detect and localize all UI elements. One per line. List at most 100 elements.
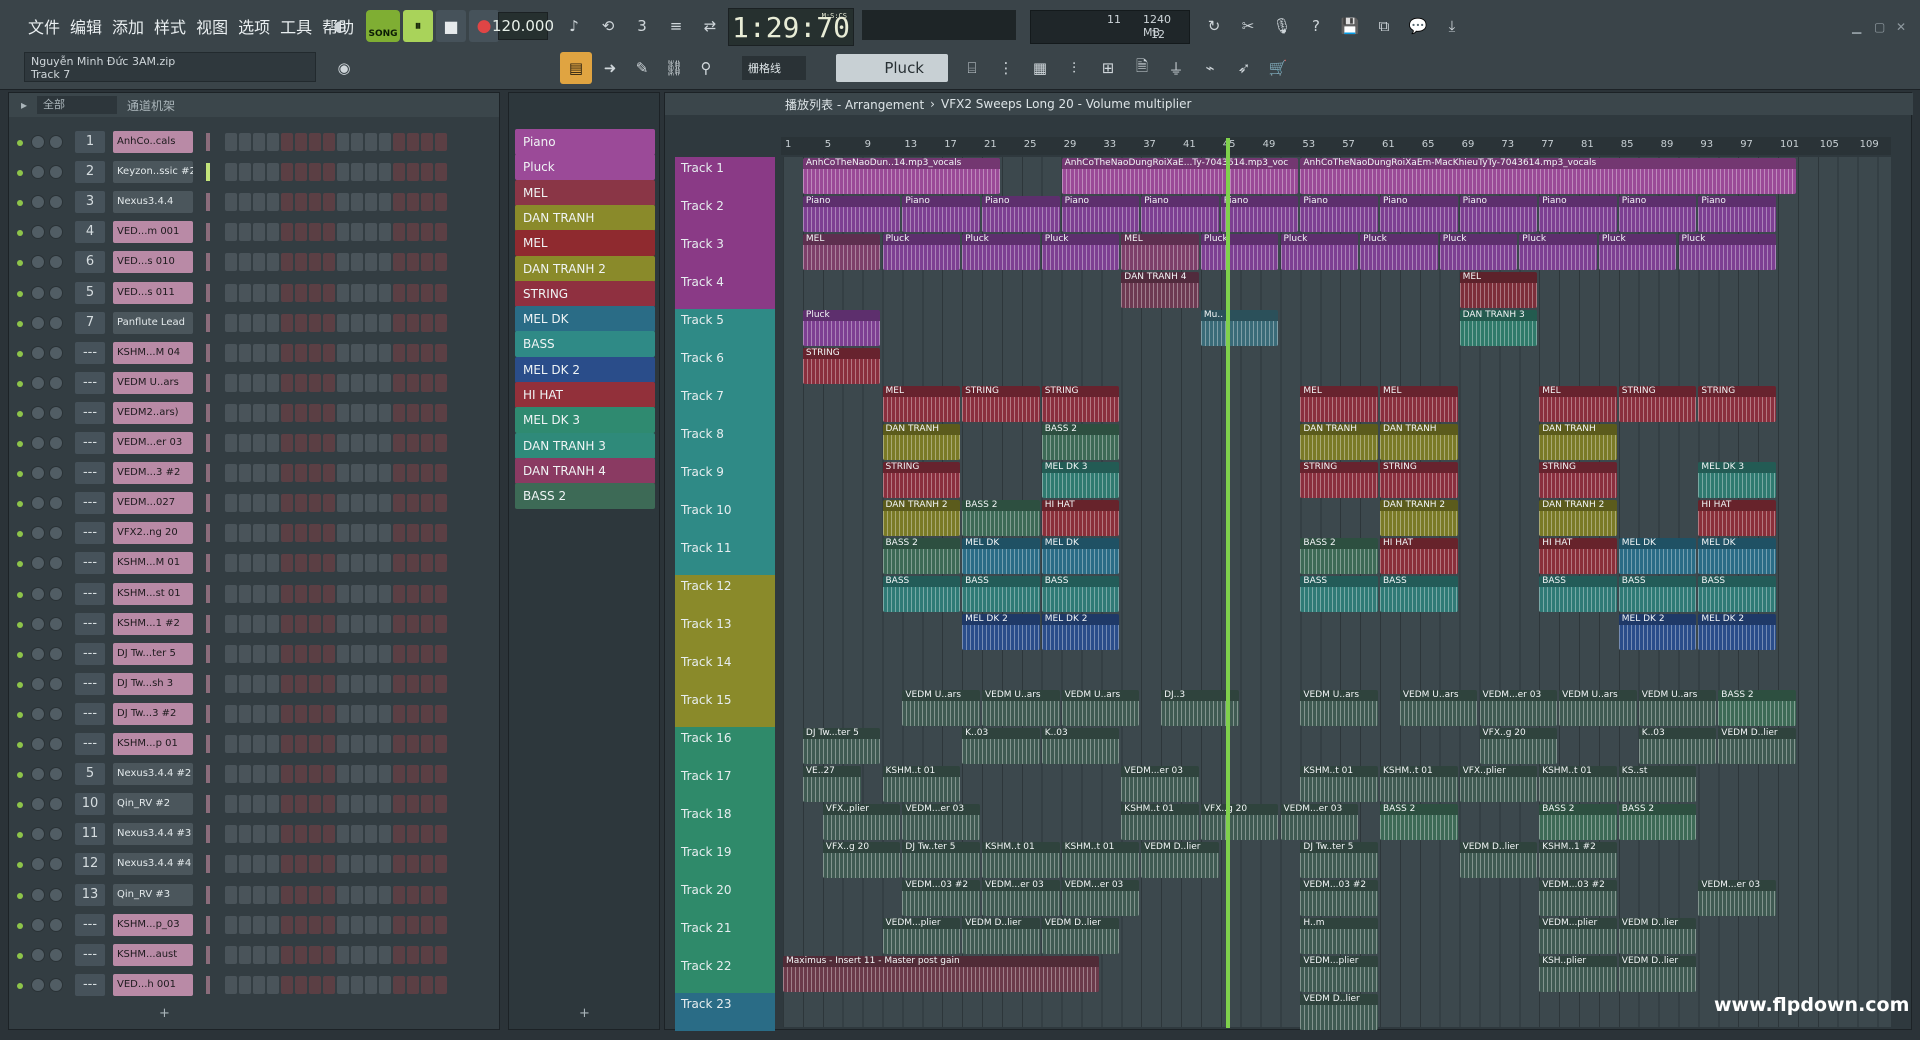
step-button[interactable]: [267, 855, 279, 874]
playlist-clip[interactable]: BASS 2: [1618, 804, 1697, 840]
step-button[interactable]: [393, 403, 405, 422]
step-button[interactable]: [267, 704, 279, 723]
step-button[interactable]: [295, 554, 307, 573]
channel-name[interactable]: KSHM...p 01: [113, 733, 193, 755]
volume-knob-icon[interactable]: [49, 706, 63, 721]
step-button[interactable]: [281, 494, 293, 513]
step-button[interactable]: [351, 825, 363, 844]
pattern-item[interactable]: DAN TRANH: [515, 204, 655, 231]
pan-knob-icon[interactable]: [31, 225, 45, 240]
arrow-right-icon[interactable]: ➜: [594, 52, 626, 84]
playlist-clip[interactable]: Pluck: [882, 234, 961, 270]
step-button[interactable]: [309, 434, 321, 452]
step-button[interactable]: [351, 795, 363, 814]
pattern-item[interactable]: STRING: [515, 280, 655, 307]
channel-name[interactable]: Nexus3.4.4 #2: [113, 763, 193, 786]
step-button[interactable]: [365, 975, 377, 994]
step-button[interactable]: [295, 765, 307, 784]
save-icon[interactable]: 💾: [1334, 10, 1366, 42]
step-button[interactable]: [267, 524, 279, 543]
volume-knob-icon[interactable]: [49, 436, 63, 450]
playlist-clip[interactable]: BASS: [1698, 576, 1776, 612]
step-button[interactable]: [239, 795, 251, 814]
channel-select-bar[interactable]: [206, 253, 210, 272]
step-button[interactable]: [225, 614, 237, 633]
step-button[interactable]: [337, 915, 349, 934]
countdown-icon[interactable]: 3: [626, 10, 658, 42]
step-button[interactable]: [281, 765, 293, 784]
playlist-clip[interactable]: Piano: [1618, 196, 1697, 232]
playlist-clip[interactable]: STRING: [1618, 386, 1697, 422]
step-button[interactable]: [295, 614, 307, 633]
step-button[interactable]: [225, 133, 237, 151]
volume-knob-icon[interactable]: [49, 496, 63, 511]
step-button[interactable]: [407, 403, 419, 422]
step-button[interactable]: [407, 283, 419, 302]
cut-icon[interactable]: ✂: [1232, 10, 1264, 42]
channel-mixer-track[interactable]: ---: [75, 973, 105, 996]
step-button[interactable]: [351, 373, 363, 392]
step-button[interactable]: [253, 494, 265, 513]
step-button[interactable]: [309, 464, 321, 483]
step-button[interactable]: [295, 885, 307, 904]
step-button[interactable]: [407, 163, 419, 182]
playlist-clip[interactable]: MEL DK 2: [1618, 614, 1697, 650]
step-button[interactable]: [435, 524, 447, 543]
step-button[interactable]: [253, 434, 265, 452]
channel-name[interactable]: Nexus3.4.4 #3: [113, 823, 193, 846]
step-button[interactable]: [225, 735, 237, 753]
step-button[interactable]: [379, 825, 391, 844]
playlist-clip[interactable]: VEDM D..lier: [1041, 918, 1120, 954]
step-button[interactable]: [323, 765, 335, 784]
step-button[interactable]: [281, 193, 293, 212]
step-button[interactable]: [225, 403, 237, 422]
step-button[interactable]: [435, 434, 447, 452]
step-button[interactable]: [253, 855, 265, 874]
step-button[interactable]: [393, 855, 405, 874]
step-button[interactable]: [309, 945, 321, 964]
playlist-clip[interactable]: STRING: [882, 462, 961, 498]
channel-select-bar[interactable]: [206, 885, 210, 904]
step-button[interactable]: [225, 193, 237, 212]
channel-name[interactable]: KSHM...M 01: [113, 552, 193, 575]
playlist-clip[interactable]: VEDM...plier: [1539, 918, 1617, 954]
step-button[interactable]: [267, 193, 279, 212]
channel-select-bar[interactable]: [206, 735, 210, 753]
playlist-clip[interactable]: MEL DK 2: [1041, 614, 1120, 650]
volume-knob-icon[interactable]: [49, 767, 63, 782]
step-button[interactable]: [407, 373, 419, 392]
channel-mixer-track[interactable]: 3: [75, 191, 105, 214]
volume-knob-icon[interactable]: [49, 315, 63, 330]
step-button[interactable]: [379, 735, 391, 753]
playlist-clip[interactable]: Mu..: [1200, 310, 1279, 346]
channel-led-icon[interactable]: [17, 561, 23, 568]
pan-knob-icon[interactable]: [31, 616, 45, 631]
playlist-clip[interactable]: MEL: [1539, 386, 1617, 422]
step-button[interactable]: [239, 434, 251, 452]
step-button[interactable]: [253, 464, 265, 483]
step-button[interactable]: [365, 825, 377, 844]
step-button[interactable]: [393, 975, 405, 994]
playlist-clip[interactable]: Piano: [1459, 196, 1538, 232]
step-button[interactable]: [295, 945, 307, 964]
step-button[interactable]: [407, 915, 419, 934]
rack-filter[interactable]: 全部: [37, 96, 118, 114]
step-button[interactable]: [435, 735, 447, 753]
channel-led-icon[interactable]: [17, 170, 23, 177]
pan-knob-icon[interactable]: [31, 556, 45, 571]
maximize-icon[interactable]: ▢: [1874, 20, 1885, 34]
channel-select-bar[interactable]: [206, 464, 210, 483]
step-button[interactable]: [379, 674, 391, 693]
menu-item[interactable]: 文件: [26, 14, 62, 38]
step-button[interactable]: [379, 343, 391, 362]
step-button[interactable]: [379, 313, 391, 332]
step-button[interactable]: [393, 825, 405, 844]
step-button[interactable]: [337, 524, 349, 543]
pan-knob-icon[interactable]: [31, 436, 45, 450]
channel-mixer-track[interactable]: 11: [75, 823, 105, 846]
step-button[interactable]: [337, 554, 349, 573]
step-button[interactable]: [225, 915, 237, 934]
playlist-clip[interactable]: MEL DK: [1041, 538, 1120, 574]
pan-knob-icon[interactable]: [31, 797, 45, 812]
step-button[interactable]: [281, 855, 293, 874]
